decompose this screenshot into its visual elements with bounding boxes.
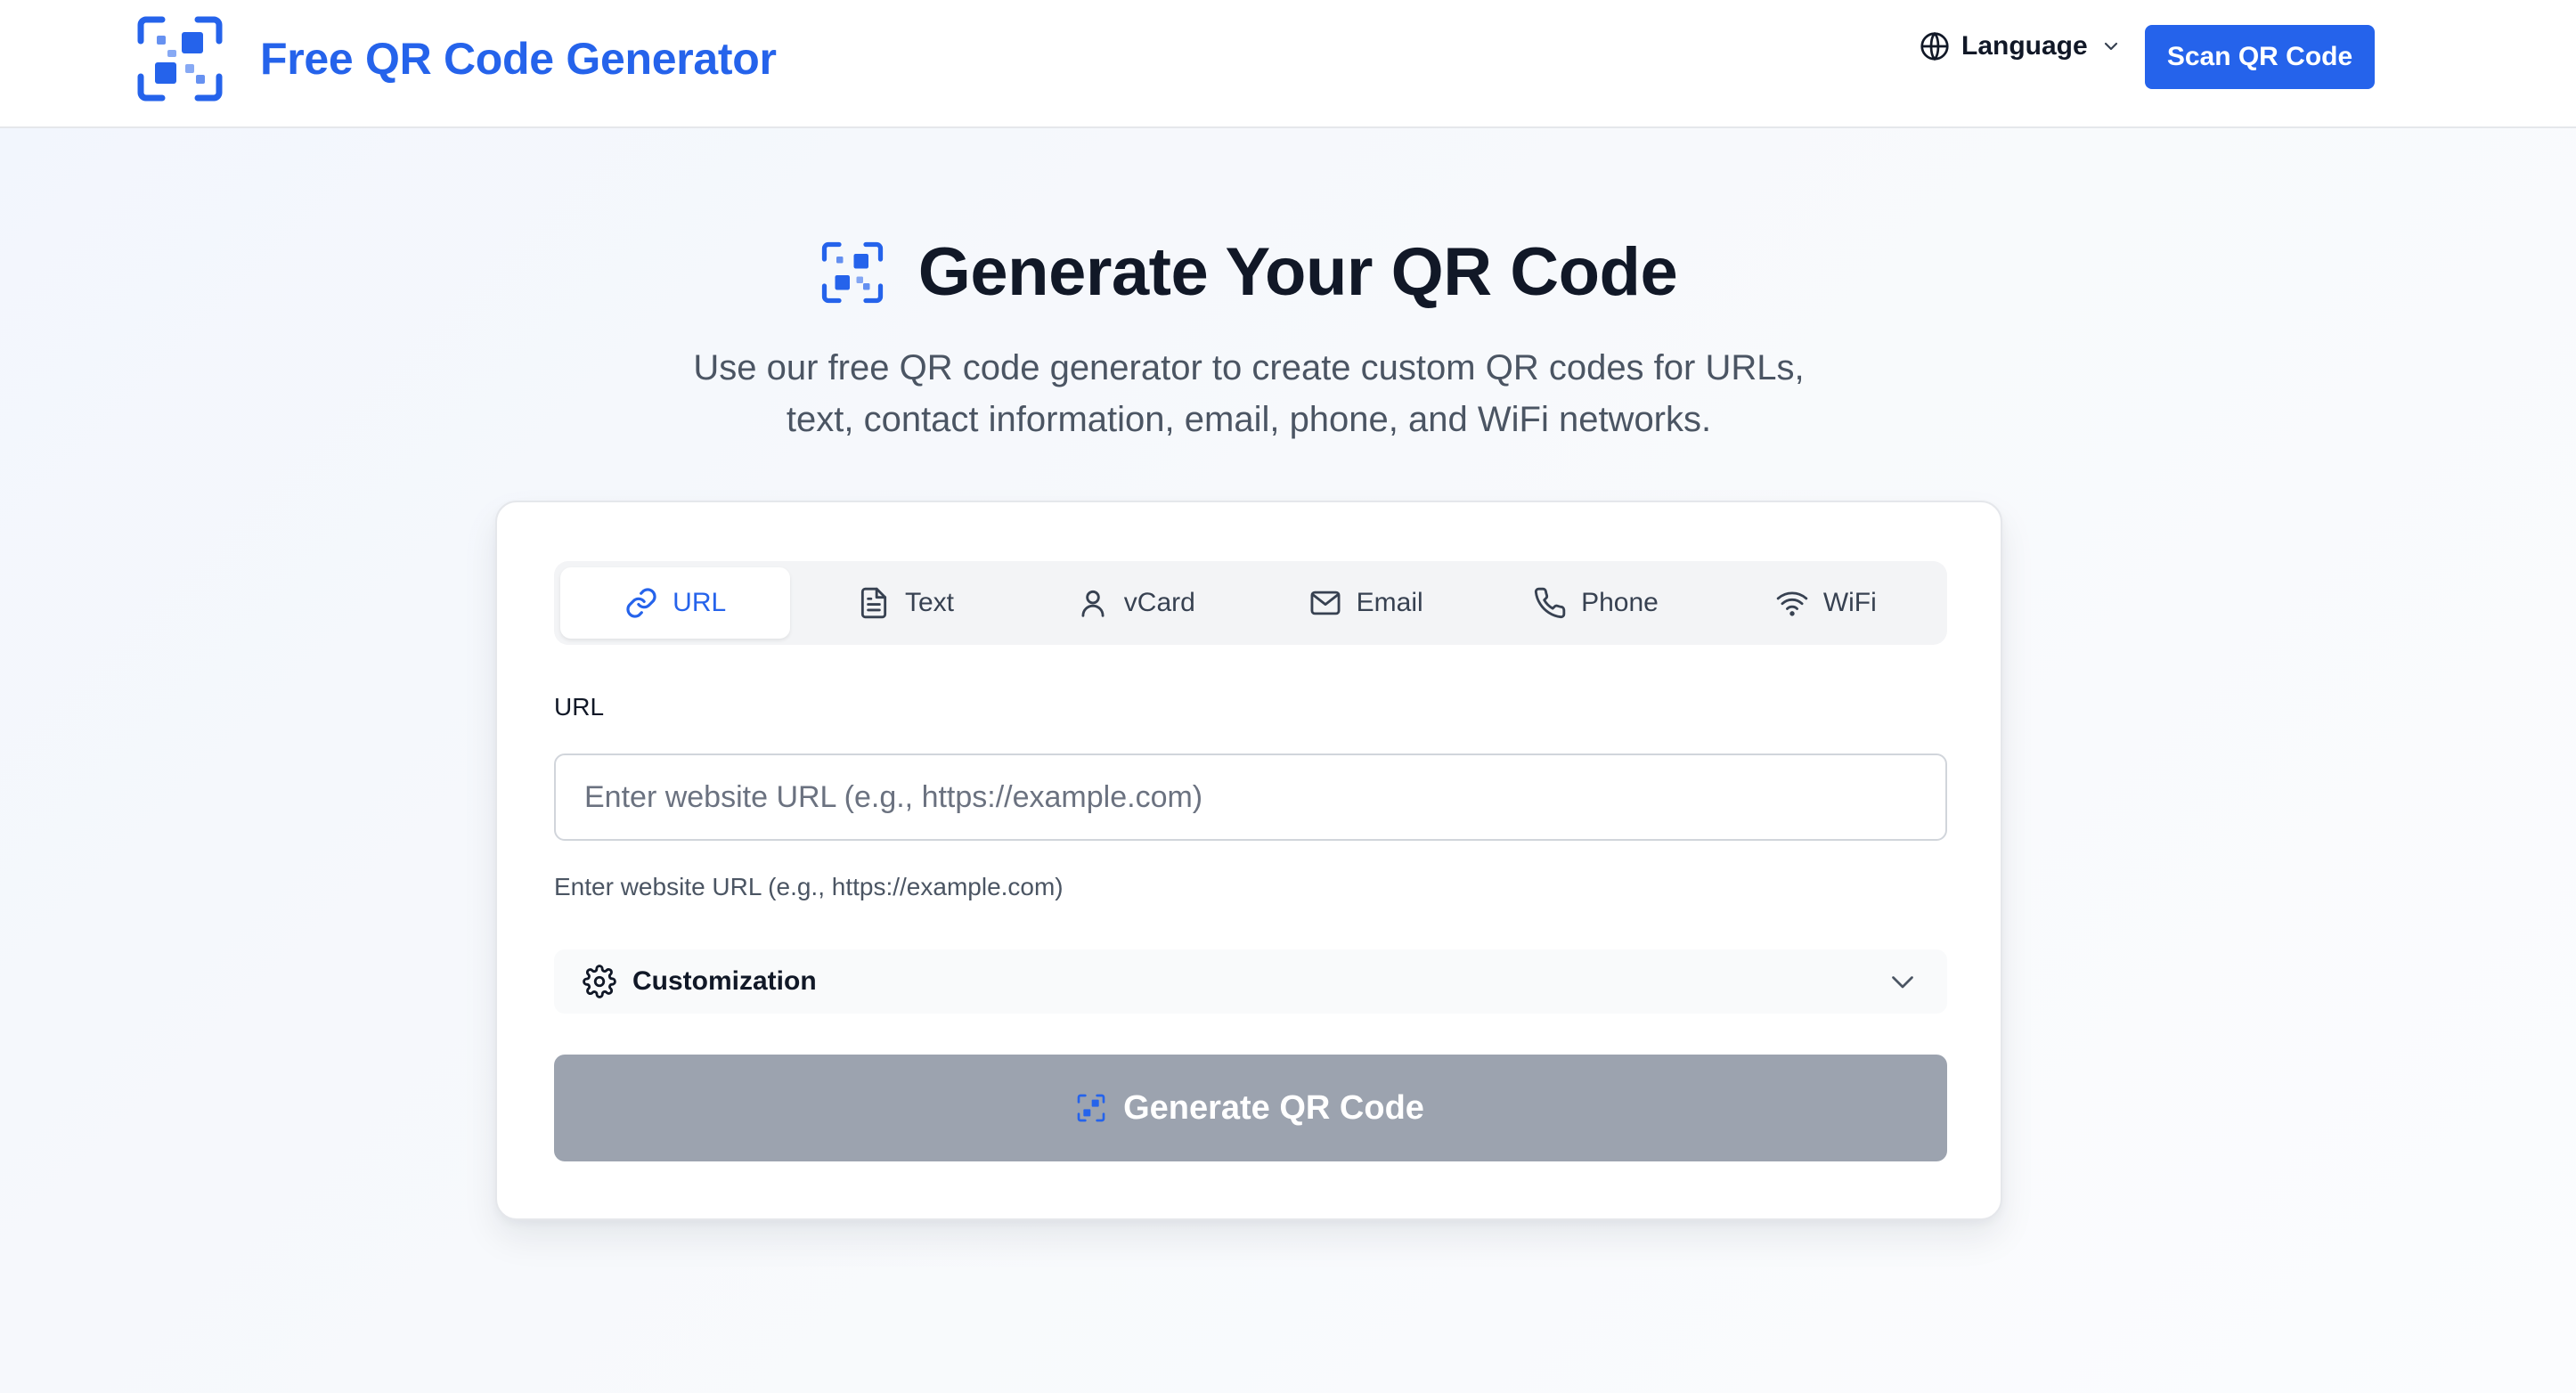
user-icon bbox=[1081, 590, 1105, 617]
hero-heading: Generate Your QR Code bbox=[0, 233, 2498, 311]
customization-label: Customization bbox=[632, 966, 817, 996]
chevron-down-icon bbox=[1892, 976, 1913, 989]
qr-code-icon bbox=[1077, 1094, 1105, 1122]
url-field-label: URL bbox=[554, 693, 605, 721]
tab-label: URL bbox=[673, 588, 727, 617]
link-icon bbox=[626, 588, 656, 618]
generator-card: URL Text vCard Email Phone WiFi URL Ente… bbox=[495, 501, 2002, 1220]
wifi-icon bbox=[1776, 591, 1808, 616]
gear-icon bbox=[583, 965, 616, 998]
tab-text[interactable]: Text bbox=[790, 567, 1020, 639]
phone-icon bbox=[1534, 587, 1566, 619]
mail-icon bbox=[1310, 591, 1341, 615]
top-header: Free QR Code Generator Language Scan QR … bbox=[0, 0, 2576, 128]
tab-label: WiFi bbox=[1822, 588, 1877, 617]
tab-url[interactable]: URL bbox=[560, 567, 791, 639]
qr-logo-icon bbox=[137, 16, 223, 102]
qr-code-icon bbox=[821, 241, 883, 303]
customization-toggle[interactable]: Customization bbox=[554, 949, 1947, 1014]
scan-qr-code-button[interactable]: Scan QR Code bbox=[2145, 25, 2375, 89]
tab-wifi[interactable]: WiFi bbox=[1711, 567, 1941, 639]
chevron-down-icon bbox=[2104, 42, 2117, 51]
url-input[interactable] bbox=[554, 754, 1947, 841]
page-subtitle: Use our free QR code generator to create… bbox=[624, 342, 1874, 445]
qr-type-tabs: URL Text vCard Email Phone WiFi bbox=[554, 561, 1947, 645]
tab-label: Phone bbox=[1581, 588, 1659, 617]
brand-name: Free QR Code Generator bbox=[260, 34, 777, 84]
subtitle-line: text, contact information, email, phone,… bbox=[786, 400, 1712, 439]
language-selector[interactable]: Language bbox=[1919, 27, 2122, 66]
tab-label: Email bbox=[1356, 588, 1423, 617]
globe-icon bbox=[1920, 31, 1949, 61]
page-title: Generate Your QR Code bbox=[917, 234, 1678, 310]
language-label: Language bbox=[1961, 31, 2088, 61]
tab-label: vCard bbox=[1123, 588, 1195, 617]
tab-phone[interactable]: Phone bbox=[1480, 567, 1710, 639]
tab-email[interactable]: Email bbox=[1251, 567, 1480, 639]
brand[interactable]: Free QR Code Generator bbox=[137, 16, 777, 102]
tab-vcard[interactable]: vCard bbox=[1021, 567, 1251, 639]
tab-label: Text bbox=[904, 588, 954, 617]
generate-button-label: Generate QR Code bbox=[1123, 1088, 1424, 1127]
subtitle-line: Use our free QR code generator to create… bbox=[693, 348, 1805, 387]
generate-qr-code-button[interactable]: Generate QR Code bbox=[554, 1055, 1947, 1161]
document-icon bbox=[860, 587, 887, 619]
url-hint: Enter website URL (e.g., https://example… bbox=[554, 873, 1064, 900]
